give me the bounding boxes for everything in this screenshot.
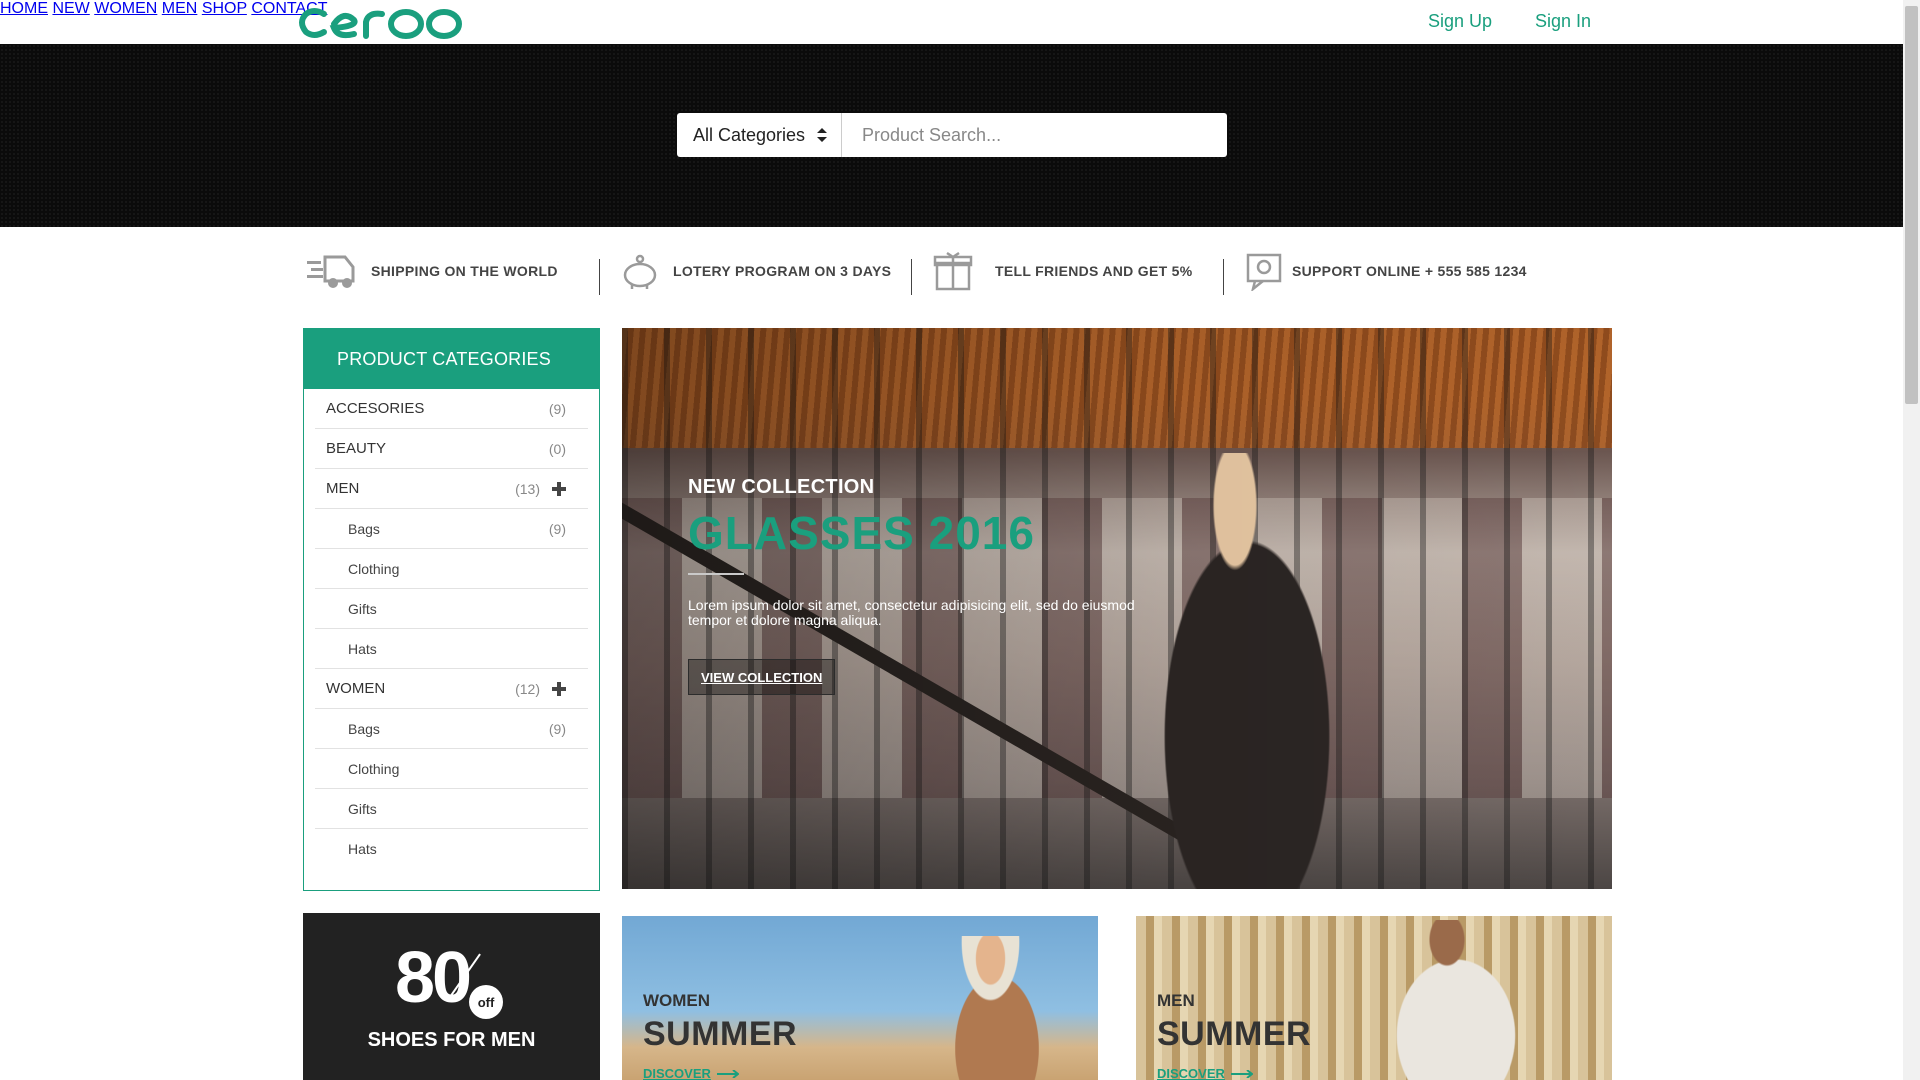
subcategory-men-gifts[interactable]: Gifts bbox=[315, 589, 588, 629]
category-count: (9) bbox=[548, 400, 566, 417]
banner-title: GLASSES 2016 bbox=[688, 507, 1035, 559]
category-accesories[interactable]: ACCESORIES (9) bbox=[315, 389, 588, 429]
category-count: (12) bbox=[515, 680, 540, 697]
sign-in-link[interactable]: Sign In bbox=[1535, 11, 1591, 32]
category-select-value: All Categories bbox=[693, 124, 806, 145]
nav-women[interactable]: WOMEN bbox=[94, 0, 157, 17]
women-promo-photo bbox=[932, 936, 1062, 1080]
category-list: ACCESORIES (9) BEAUTY (0) MEN (13) Bags … bbox=[304, 389, 599, 869]
scrollbar-thumb[interactable] bbox=[1905, 6, 1918, 404]
ceros-logo[interactable] bbox=[294, 2, 464, 42]
men-promo-photo bbox=[1366, 920, 1546, 1080]
features-strip: SHIPPING ON THE WORLD LOTERY PROGRAM ON … bbox=[0, 227, 1903, 327]
feature-refer: TELL FRIENDS AND GET 5% bbox=[933, 249, 1192, 293]
sale-promo[interactable]: 80 off SHOES FOR MEN bbox=[303, 913, 600, 1080]
promo-kicker: WOMEN bbox=[643, 991, 711, 1010]
sale-label: SHOES FOR MEN bbox=[367, 1029, 536, 1051]
discover-label: DISCOVER bbox=[1157, 1066, 1225, 1080]
sign-up-link[interactable]: Sign Up bbox=[1428, 11, 1492, 32]
category-name: MEN bbox=[326, 480, 360, 497]
expand-plus-icon[interactable] bbox=[552, 682, 566, 696]
product-categories-panel: PRODUCT CATEGORIES ACCESORIES (9) BEAUTY… bbox=[303, 328, 600, 891]
banner-kicker: NEW COLLECTION bbox=[688, 476, 875, 498]
discover-label: DISCOVER bbox=[643, 1066, 711, 1080]
feature-divider bbox=[911, 259, 912, 295]
delivery-truck-icon bbox=[307, 255, 355, 288]
women-discover-link[interactable]: DISCOVER bbox=[643, 1066, 739, 1080]
category-beauty[interactable]: BEAUTY (0) bbox=[315, 429, 588, 469]
category-name: Clothing bbox=[348, 760, 400, 777]
feature-label: SHIPPING ON THE WORLD bbox=[371, 263, 558, 279]
promo-title: SUMMER bbox=[643, 1015, 798, 1053]
category-men[interactable]: MEN (13) bbox=[315, 469, 588, 509]
support-phone-icon bbox=[1246, 253, 1282, 291]
feature-label: SUPPORT ONLINE + 555 585 1234 bbox=[1292, 263, 1527, 279]
banner-divider bbox=[688, 573, 744, 575]
category-count: (0) bbox=[548, 440, 566, 457]
feature-label: LOTERY PROGRAM ON 3 DAYS bbox=[673, 263, 892, 279]
search-bar: All Categories bbox=[677, 113, 1227, 157]
feature-support: SUPPORT ONLINE + 555 585 1234 bbox=[1245, 249, 1527, 293]
piggy-bank-icon bbox=[623, 254, 657, 289]
subcategory-men-clothing[interactable]: Clothing bbox=[315, 549, 588, 589]
category-name: Bags bbox=[348, 720, 380, 737]
page-scrollbar[interactable] bbox=[1903, 0, 1920, 1080]
feature-shipping: SHIPPING ON THE WORLD bbox=[307, 249, 558, 293]
feature-divider bbox=[599, 259, 600, 295]
category-name: Clothing bbox=[348, 560, 400, 577]
men-summer-promo[interactable]: MEN SUMMER DISCOVER bbox=[1136, 916, 1612, 1080]
subcategory-men-bags[interactable]: Bags (9) bbox=[315, 509, 588, 549]
feature-lottery: LOTERY PROGRAM ON 3 DAYS bbox=[620, 249, 891, 293]
main-nav: HOME NEW WOMEN MEN SHOP CONTACT bbox=[0, 0, 1903, 18]
promo-title: SUMMER bbox=[1157, 1015, 1312, 1053]
product-search-input[interactable] bbox=[842, 113, 1227, 157]
subcategory-women-clothing[interactable]: Clothing bbox=[315, 749, 588, 789]
category-name: Hats bbox=[348, 841, 377, 857]
nav-home[interactable]: HOME bbox=[0, 0, 48, 17]
category-name: Bags bbox=[348, 520, 380, 537]
category-count: (9) bbox=[548, 520, 566, 537]
category-name: Gifts bbox=[348, 800, 377, 817]
category-name: BEAUTY bbox=[326, 440, 387, 457]
view-collection-button[interactable]: VIEW COLLECTION bbox=[688, 659, 836, 695]
hero-banner[interactable]: NEW COLLECTION GLASSES 2016 Lorem ipsum … bbox=[622, 328, 1612, 889]
category-women[interactable]: WOMEN (12) bbox=[315, 669, 588, 709]
nav-new[interactable]: NEW bbox=[52, 0, 89, 17]
promo-kicker: MEN bbox=[1157, 991, 1195, 1010]
arrow-right-icon bbox=[1230, 1069, 1253, 1078]
panel-title: PRODUCT CATEGORIES bbox=[304, 329, 599, 389]
nav-men[interactable]: MEN bbox=[162, 0, 198, 17]
expand-plus-icon[interactable] bbox=[552, 482, 566, 496]
category-name: Gifts bbox=[348, 600, 377, 617]
category-name: WOMEN bbox=[326, 680, 386, 697]
banner-description: Lorem ipsum dolor sit amet, consectetur … bbox=[688, 597, 1135, 628]
men-discover-link[interactable]: DISCOVER bbox=[1157, 1066, 1253, 1080]
feature-divider bbox=[1223, 259, 1224, 295]
category-select[interactable]: All Categories bbox=[677, 113, 842, 157]
category-name: ACCESORIES bbox=[326, 400, 425, 417]
subcategory-women-gifts[interactable]: Gifts bbox=[315, 789, 588, 829]
arrow-right-icon bbox=[716, 1069, 739, 1078]
subcategory-men-hats[interactable]: Hats bbox=[315, 629, 588, 669]
category-name: Hats bbox=[348, 640, 377, 657]
nav-shop[interactable]: SHOP bbox=[202, 0, 247, 17]
subcategory-women-bags[interactable]: Bags (9) bbox=[315, 709, 588, 749]
top-navbar: HOME NEW WOMEN MEN SHOP CONTACT Sign Up … bbox=[0, 0, 1903, 44]
subcategory-women-hats[interactable]: Hats bbox=[315, 829, 588, 869]
feature-label: TELL FRIENDS AND GET 5% bbox=[995, 263, 1193, 279]
gift-box-icon bbox=[933, 251, 973, 291]
category-count: (9) bbox=[548, 720, 566, 737]
sale-percent: 80 bbox=[395, 938, 472, 1018]
search-hero: All Categories bbox=[0, 44, 1903, 227]
women-summer-promo[interactable]: WOMEN SUMMER DISCOVER bbox=[622, 916, 1098, 1080]
category-count: (13) bbox=[515, 480, 540, 497]
sale-off-badge: off bbox=[469, 985, 503, 1019]
select-arrows-icon bbox=[817, 128, 827, 142]
